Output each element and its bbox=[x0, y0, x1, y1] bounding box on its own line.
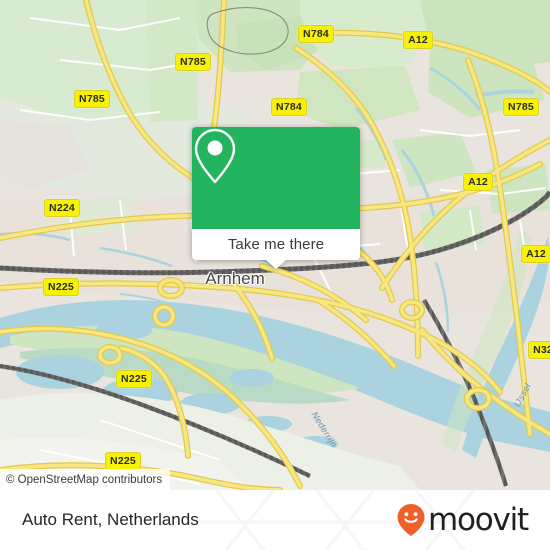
callout-pointer bbox=[266, 260, 286, 269]
road-shield: N785 bbox=[503, 98, 539, 116]
moovit-pin-smiley-icon bbox=[397, 504, 425, 536]
callout-header bbox=[192, 127, 360, 229]
moovit-logo[interactable]: moovit bbox=[396, 501, 529, 538]
osm-attribution[interactable]: © OpenStreetMap contributors bbox=[0, 469, 171, 490]
road-shield: N224 bbox=[44, 199, 80, 217]
road-shield: N225 bbox=[116, 370, 152, 388]
road-shield: A12 bbox=[521, 245, 550, 263]
road-shield: N785 bbox=[175, 53, 211, 71]
take-me-there-callout[interactable]: Take me there bbox=[192, 127, 360, 269]
road-shield: N784 bbox=[298, 25, 334, 43]
map-screenshot: N784 A12 N785 N785 N784 N785 N224 A12 A1… bbox=[0, 0, 550, 550]
footer-bar: Auto Rent, Netherlands moovit bbox=[0, 490, 550, 550]
map-canvas[interactable]: N784 A12 N785 N785 N784 N785 N224 A12 A1… bbox=[0, 0, 550, 490]
callout-footer[interactable]: Take me there bbox=[192, 229, 360, 260]
city-label-arnhem: Arnhem bbox=[205, 269, 265, 288]
callout-card[interactable]: Take me there bbox=[192, 127, 360, 260]
road-shield: A12 bbox=[403, 31, 433, 49]
take-me-there-label: Take me there bbox=[227, 236, 325, 253]
road-shield: N785 bbox=[74, 90, 110, 108]
road-shield: N32 bbox=[528, 341, 550, 359]
road-shield: A12 bbox=[463, 173, 493, 191]
moovit-wordmark: moovit bbox=[427, 501, 529, 538]
osm-attribution-text: © OpenStreetMap contributors bbox=[6, 473, 163, 486]
road-shield: N225 bbox=[43, 278, 79, 296]
map-pin-icon bbox=[194, 128, 236, 184]
road-shield: N225 bbox=[105, 452, 141, 470]
location-title: Auto Rent, Netherlands bbox=[22, 510, 199, 529]
road-shield: N784 bbox=[271, 98, 307, 116]
